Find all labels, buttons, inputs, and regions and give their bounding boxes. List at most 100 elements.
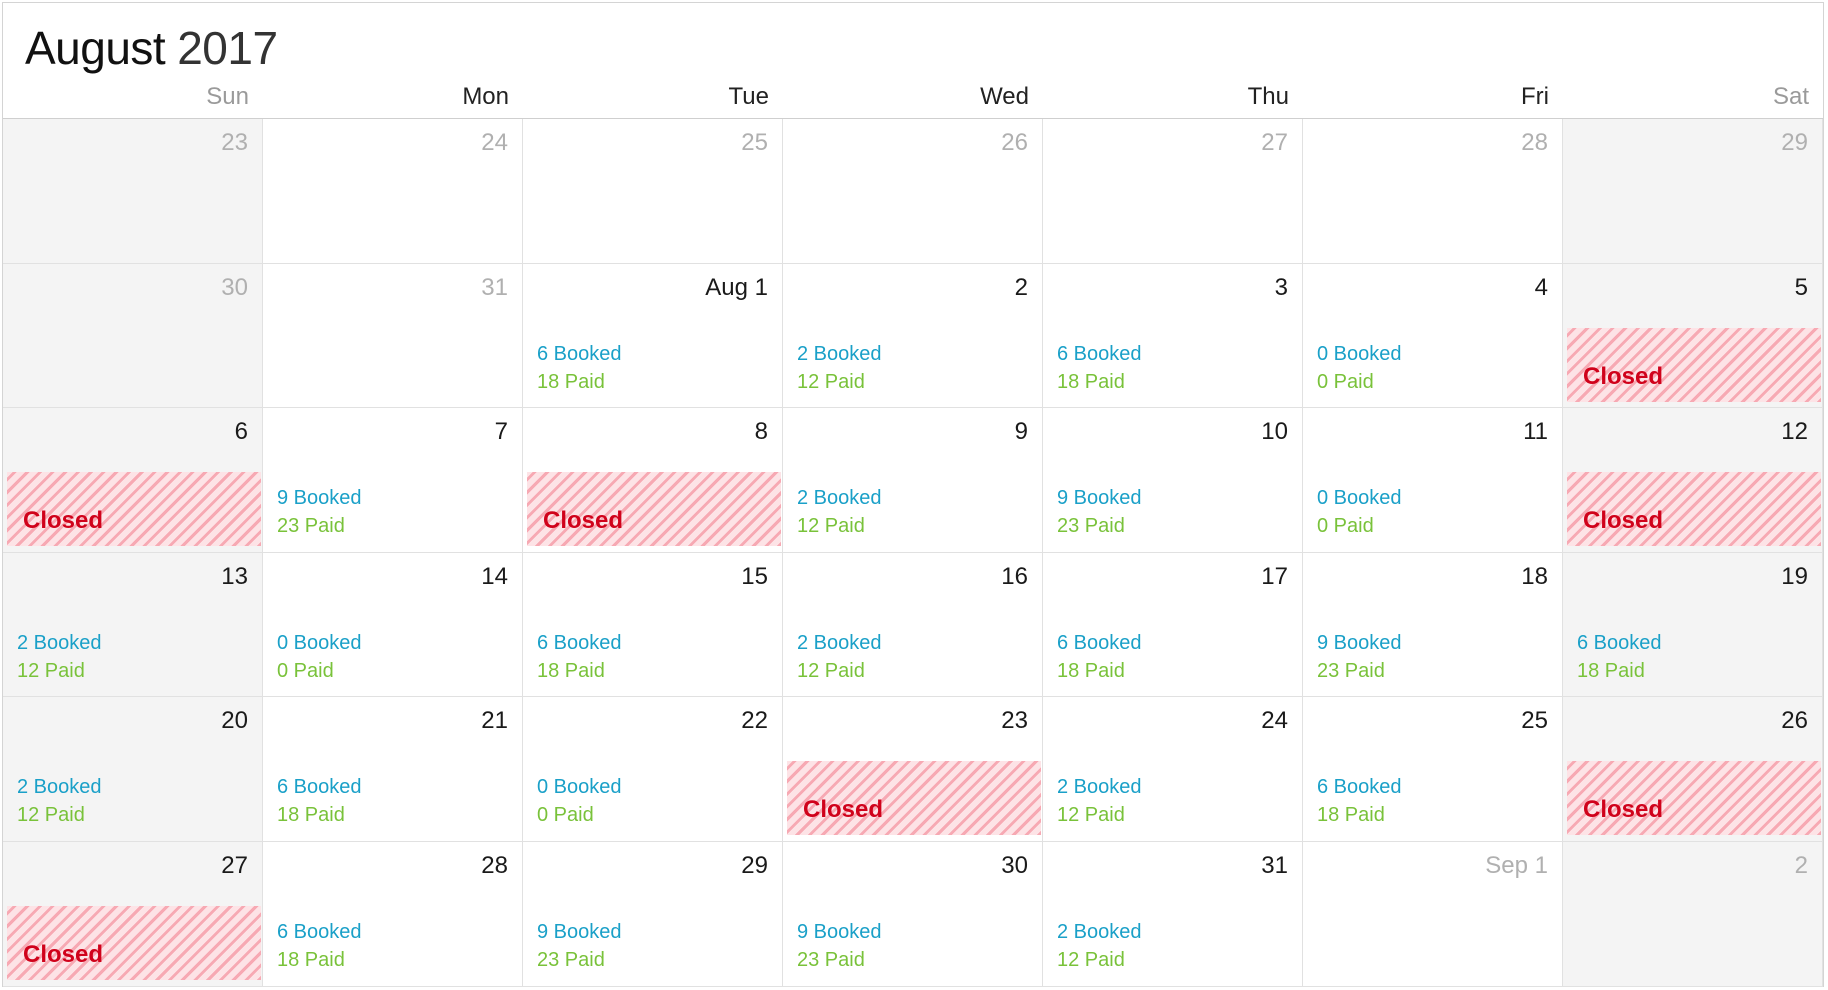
day-cell[interactable]: 27 Closed bbox=[3, 842, 263, 987]
booked-count: 2 Booked bbox=[797, 632, 882, 654]
day-cell[interactable]: 3 6 Booked 18 Paid bbox=[1043, 264, 1303, 408]
day-cell[interactable]: 10 9 Booked 23 Paid bbox=[1043, 408, 1303, 553]
booking-summary: 9 Booked 23 Paid bbox=[537, 918, 622, 974]
paid-count: 18 Paid bbox=[537, 660, 605, 682]
day-cell[interactable]: Sep 1 bbox=[1303, 842, 1563, 987]
weekday-tue: Tue bbox=[728, 83, 769, 110]
booking-summary: 2 Booked 12 Paid bbox=[797, 484, 882, 540]
day-cell[interactable]: 16 2 Booked 12 Paid bbox=[783, 553, 1043, 697]
day-cell[interactable]: 13 2 Booked 12 Paid bbox=[3, 553, 263, 697]
day-number: 28 bbox=[1521, 129, 1548, 156]
day-cell[interactable]: 8 Closed bbox=[523, 408, 783, 553]
booked-count: 0 Booked bbox=[277, 632, 362, 654]
day-cell[interactable]: 7 9 Booked 23 Paid bbox=[263, 408, 523, 553]
day-cell[interactable]: 29 bbox=[1563, 119, 1823, 264]
closed-band: Closed bbox=[1567, 328, 1821, 402]
day-cell[interactable]: 24 bbox=[263, 119, 523, 264]
weekday-sun: Sun bbox=[206, 83, 249, 110]
day-cell[interactable]: 20 2 Booked 12 Paid bbox=[3, 697, 263, 842]
weekday-mon: Mon bbox=[462, 83, 509, 110]
paid-count: 0 Paid bbox=[1317, 371, 1374, 393]
booking-summary: 6 Booked 18 Paid bbox=[277, 773, 362, 829]
paid-count: 0 Paid bbox=[277, 660, 334, 682]
booking-summary: 6 Booked 18 Paid bbox=[1057, 629, 1142, 685]
paid-count: 12 Paid bbox=[17, 660, 85, 682]
day-number: 25 bbox=[741, 129, 768, 156]
paid-count: 12 Paid bbox=[17, 804, 85, 826]
day-cell[interactable]: 26 Closed bbox=[1563, 697, 1823, 842]
day-cell[interactable]: 2 bbox=[1563, 842, 1823, 987]
day-cell[interactable]: 18 9 Booked 23 Paid bbox=[1303, 553, 1563, 697]
day-number: 15 bbox=[741, 563, 768, 590]
day-cell[interactable]: 25 6 Booked 18 Paid bbox=[1303, 697, 1563, 842]
day-cell[interactable]: 31 2 Booked 12 Paid bbox=[1043, 842, 1303, 987]
day-cell[interactable]: 29 9 Booked 23 Paid bbox=[523, 842, 783, 987]
booked-count: 0 Booked bbox=[537, 776, 622, 798]
booked-count: 6 Booked bbox=[537, 343, 622, 365]
closed-label: Closed bbox=[1583, 507, 1664, 534]
day-number: Aug 1 bbox=[705, 274, 768, 301]
booked-count: 2 Booked bbox=[1057, 776, 1142, 798]
day-cell[interactable]: 2 2 Booked 12 Paid bbox=[783, 264, 1043, 408]
paid-count: 18 Paid bbox=[1057, 660, 1125, 682]
booked-count: 2 Booked bbox=[17, 776, 102, 798]
day-cell[interactable]: 11 0 Booked 0 Paid bbox=[1303, 408, 1563, 553]
booking-summary: 0 Booked 0 Paid bbox=[1317, 484, 1402, 540]
day-cell[interactable]: 9 2 Booked 12 Paid bbox=[783, 408, 1043, 553]
paid-count: 0 Paid bbox=[1317, 515, 1374, 537]
day-number: 2 bbox=[1014, 274, 1028, 301]
closed-band: Closed bbox=[7, 906, 261, 980]
closed-band: Closed bbox=[1567, 761, 1821, 835]
day-cell[interactable]: 30 9 Booked 23 Paid bbox=[783, 842, 1043, 987]
booking-summary: 0 Booked 0 Paid bbox=[277, 629, 362, 685]
day-number: 9 bbox=[1014, 418, 1028, 445]
booked-count: 6 Booked bbox=[277, 776, 362, 798]
day-number: 17 bbox=[1261, 563, 1288, 590]
day-cell[interactable]: 27 bbox=[1043, 119, 1303, 264]
paid-count: 23 Paid bbox=[1057, 515, 1125, 537]
closed-label: Closed bbox=[23, 941, 104, 968]
day-cell[interactable]: 28 bbox=[1303, 119, 1563, 264]
calendar-header: August 2017 Sun Mon Tue Wed Thu Fri Sat bbox=[3, 3, 1823, 118]
day-cell[interactable]: 24 2 Booked 12 Paid bbox=[1043, 697, 1303, 842]
day-cell[interactable]: 21 6 Booked 18 Paid bbox=[263, 697, 523, 842]
paid-count: 12 Paid bbox=[797, 371, 865, 393]
day-cell[interactable]: 19 6 Booked 18 Paid bbox=[1563, 553, 1823, 697]
booking-summary: 0 Booked 0 Paid bbox=[537, 773, 622, 829]
day-cell[interactable]: 6 Closed bbox=[3, 408, 263, 553]
day-number: 25 bbox=[1521, 707, 1548, 734]
day-number: 3 bbox=[1274, 274, 1288, 301]
calendar: August 2017 Sun Mon Tue Wed Thu Fri Sat 2… bbox=[2, 2, 1824, 987]
day-cell[interactable]: 28 6 Booked 18 Paid bbox=[263, 842, 523, 987]
paid-count: 23 Paid bbox=[1317, 660, 1385, 682]
day-cell[interactable]: 25 bbox=[523, 119, 783, 264]
day-cell[interactable]: 23 bbox=[3, 119, 263, 264]
day-cell[interactable]: 15 6 Booked 18 Paid bbox=[523, 553, 783, 697]
paid-count: 18 Paid bbox=[1317, 804, 1385, 826]
booking-summary: 0 Booked 0 Paid bbox=[1317, 340, 1402, 396]
day-cell[interactable]: 12 Closed bbox=[1563, 408, 1823, 553]
day-number: 26 bbox=[1001, 129, 1028, 156]
day-number: 23 bbox=[1001, 707, 1028, 734]
day-cell[interactable]: 22 0 Booked 0 Paid bbox=[523, 697, 783, 842]
day-cell[interactable]: 14 0 Booked 0 Paid bbox=[263, 553, 523, 697]
day-number: 30 bbox=[221, 274, 248, 301]
day-cell[interactable]: 17 6 Booked 18 Paid bbox=[1043, 553, 1303, 697]
booking-summary: 2 Booked 12 Paid bbox=[1057, 773, 1142, 829]
booked-count: 6 Booked bbox=[537, 632, 622, 654]
day-cell[interactable]: 26 bbox=[783, 119, 1043, 264]
day-cell[interactable]: Aug 1 6 Booked 18 Paid bbox=[523, 264, 783, 408]
booked-count: 2 Booked bbox=[17, 632, 102, 654]
day-cell[interactable]: 30 bbox=[3, 264, 263, 408]
day-cell[interactable]: 5 Closed bbox=[1563, 264, 1823, 408]
day-cell[interactable]: 4 0 Booked 0 Paid bbox=[1303, 264, 1563, 408]
day-number: 20 bbox=[221, 707, 248, 734]
day-cell[interactable]: 23 Closed bbox=[783, 697, 1043, 842]
day-number: Sep 1 bbox=[1485, 852, 1548, 879]
day-cell[interactable]: 31 bbox=[263, 264, 523, 408]
month-label: August bbox=[25, 22, 166, 74]
closed-band: Closed bbox=[7, 472, 261, 546]
day-number: 26 bbox=[1781, 707, 1808, 734]
day-number: 8 bbox=[754, 418, 768, 445]
day-number: 13 bbox=[221, 563, 248, 590]
